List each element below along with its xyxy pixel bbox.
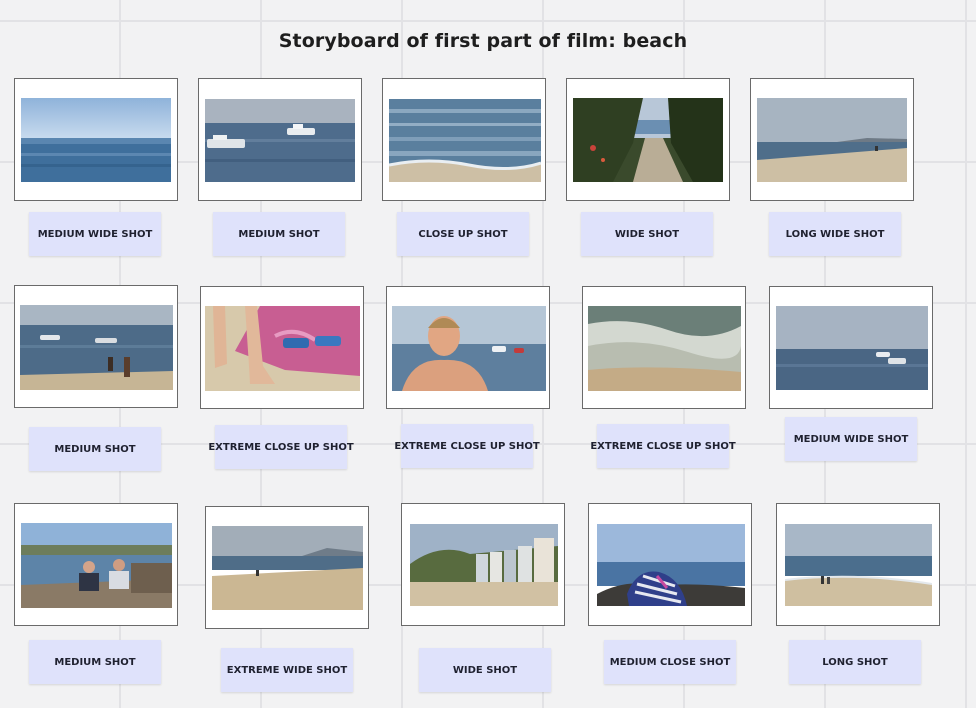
frame-image-long-beach xyxy=(757,98,907,182)
shot-label[interactable]: EXTREME CLOSE UP SHOT xyxy=(394,424,540,468)
shot-label[interactable]: MEDIUM SHOT xyxy=(29,640,161,684)
shot-label[interactable]: MEDIUM CLOSE SHOT xyxy=(604,640,736,684)
storyboard-frame-15[interactable] xyxy=(776,503,940,626)
shot-label[interactable]: WIDE SHOT xyxy=(419,648,551,692)
shot-label[interactable]: EXTREME CLOSE UP SHOT xyxy=(590,424,736,468)
board-title: Storyboard of first part of film: beach xyxy=(278,30,688,52)
shot-label[interactable]: MEDIUM SHOT xyxy=(213,212,345,256)
storyboard-frame-11[interactable] xyxy=(14,503,178,626)
storyboard-frame-5[interactable] xyxy=(750,78,914,201)
shot-label[interactable]: EXTREME WIDE SHOT xyxy=(221,648,353,692)
frame-image-figures-beach xyxy=(785,524,932,606)
storyboard-frame-10[interactable] xyxy=(769,286,933,409)
shot-label[interactable]: MEDIUM WIDE SHOT xyxy=(29,212,161,256)
frame-image-feet-towel xyxy=(205,306,360,391)
frame-image-boats-calm xyxy=(776,306,928,390)
shot-label[interactable]: LONG WIDE SHOT xyxy=(769,212,901,256)
frame-image-smiling-man xyxy=(392,306,546,391)
storyboard-frame-12[interactable] xyxy=(205,506,369,629)
frame-image-boats xyxy=(205,99,355,182)
shot-label[interactable]: EXTREME CLOSE UP SHOT xyxy=(208,425,354,469)
shot-label[interactable]: LONG SHOT xyxy=(789,640,921,684)
frame-image-towel-rocks xyxy=(597,524,745,606)
frame-image-wide-beach xyxy=(212,526,363,610)
frame-image-pier xyxy=(21,523,172,608)
frame-image-waves xyxy=(389,99,541,182)
storyboard-frame-14[interactable] xyxy=(588,503,752,626)
storyboard-frame-2[interactable] xyxy=(198,78,362,201)
frame-image-path-trees xyxy=(573,98,723,182)
shot-label[interactable]: WIDE SHOT xyxy=(581,212,713,256)
storyboard-frame-13[interactable] xyxy=(401,503,565,626)
storyboard-frame-1[interactable] xyxy=(14,78,178,201)
frame-image-wading xyxy=(20,305,173,390)
storyboard-frame-7[interactable] xyxy=(200,286,364,409)
storyboard-frame-4[interactable] xyxy=(566,78,730,201)
shot-label[interactable]: CLOSE UP SHOT xyxy=(397,212,529,256)
storyboard-frame-8[interactable] xyxy=(386,286,550,409)
shot-label[interactable]: MEDIUM SHOT xyxy=(29,427,161,471)
storyboard-frame-9[interactable] xyxy=(582,286,746,409)
frame-image-open-sea xyxy=(21,98,171,182)
storyboard-frame-3[interactable] xyxy=(382,78,546,201)
frame-image-beach-huts xyxy=(410,524,558,606)
frame-image-wave-foam xyxy=(588,306,741,391)
storyboard-frame-6[interactable] xyxy=(14,285,178,408)
shot-label[interactable]: MEDIUM WIDE SHOT xyxy=(785,417,917,461)
